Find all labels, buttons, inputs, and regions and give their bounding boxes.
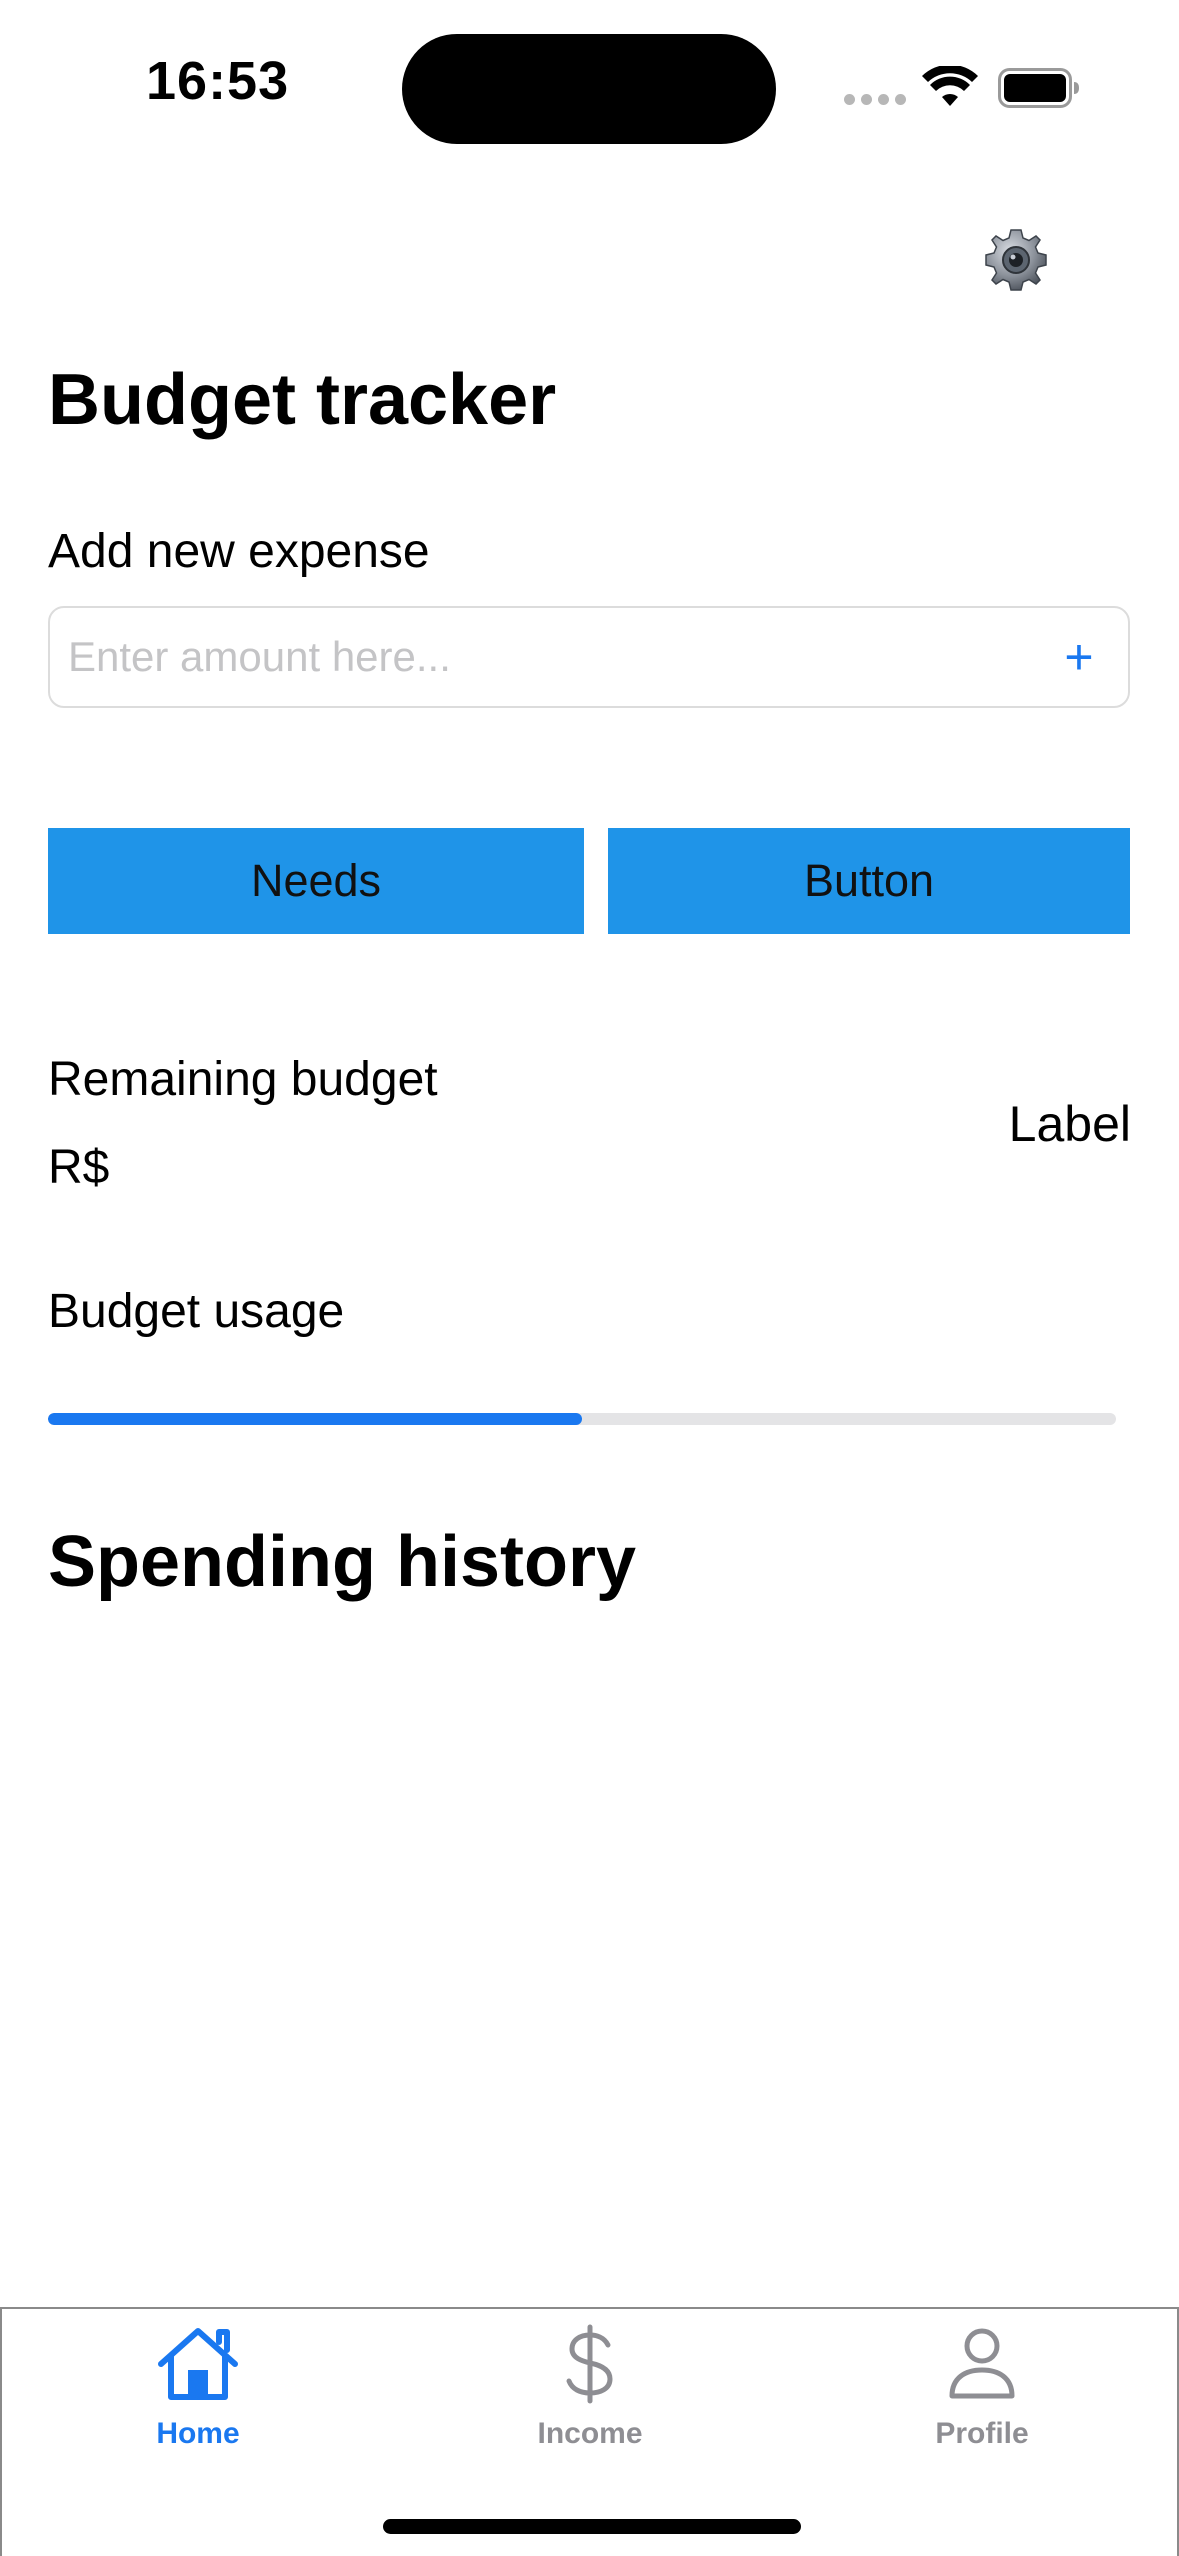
expense-field: + xyxy=(48,606,1130,708)
page-title: Budget tracker xyxy=(48,360,557,440)
tab-bar: Home Income Profile xyxy=(0,2307,1179,2556)
gear-icon[interactable] xyxy=(982,226,1050,294)
expense-amount-input[interactable] xyxy=(68,608,968,706)
tab-profile[interactable]: Profile xyxy=(852,2323,1112,2473)
add-expense-button[interactable]: + xyxy=(1052,630,1106,684)
dynamic-island xyxy=(402,34,776,144)
spending-history-title: Spending history xyxy=(48,1522,637,1602)
home-indicator xyxy=(383,2519,801,2534)
remaining-value-label: Label xyxy=(1008,1096,1131,1152)
tab-income-label: Income xyxy=(537,2417,643,2450)
tab-home[interactable]: Home xyxy=(68,2323,328,2473)
person-icon xyxy=(949,2328,1015,2399)
cellular-signal-icon xyxy=(844,94,906,105)
needs-button[interactable]: Needs xyxy=(48,828,584,934)
tab-home-label: Home xyxy=(156,2417,240,2450)
budget-usage-progress xyxy=(48,1413,1116,1425)
status-time: 16:53 xyxy=(146,51,290,111)
currency-label: R$ xyxy=(48,1141,110,1194)
tab-income[interactable]: Income xyxy=(460,2323,720,2473)
battery-icon xyxy=(998,68,1079,108)
remaining-budget-label: Remaining budget xyxy=(48,1053,438,1106)
budget-usage-progress-fill xyxy=(48,1413,582,1425)
budget-usage-label: Budget usage xyxy=(48,1285,345,1338)
add-expense-label: Add new expense xyxy=(48,525,430,578)
wifi-icon xyxy=(922,66,978,106)
tab-profile-label: Profile xyxy=(935,2417,1029,2450)
category-button[interactable]: Button xyxy=(608,828,1130,934)
dollar-icon xyxy=(566,2324,613,2404)
home-icon xyxy=(158,2328,238,2400)
